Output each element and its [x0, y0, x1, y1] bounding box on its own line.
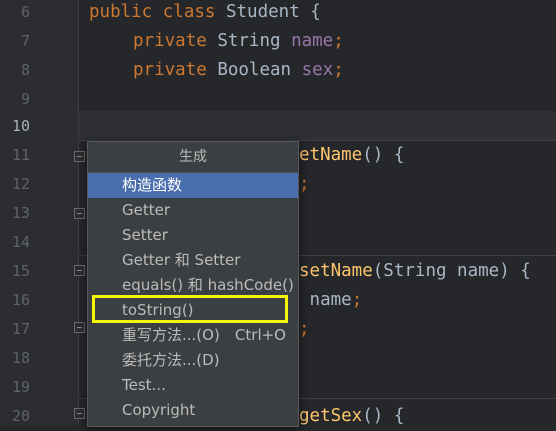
- menu-item-label: equals() 和 hashCode(): [122, 276, 294, 294]
- fold-marker-icon[interactable]: [74, 322, 85, 333]
- semicolon: ;: [351, 290, 363, 310]
- line-number: 15: [11, 262, 30, 280]
- semicolon: ;: [299, 174, 310, 194]
- code-line-11: etName() {: [299, 141, 404, 170]
- line-number: 17: [11, 320, 30, 338]
- code-line-8: private Boolean sex;: [133, 56, 344, 85]
- menu-item-label: Getter 和 Setter: [122, 251, 241, 269]
- line-number: 9: [20, 90, 30, 108]
- code-line-15: setName(String name) {: [299, 257, 531, 286]
- menu-item-shortcut: Ctrl+O: [234, 326, 286, 344]
- fold-marker-icon[interactable]: [74, 408, 85, 419]
- menu-item-override-methods[interactable]: 重写方法...(O) Ctrl+O: [88, 323, 298, 348]
- method-name: setName: [299, 261, 373, 281]
- menu-item-label: 构造函数: [122, 176, 183, 194]
- line-number: 11: [11, 146, 30, 164]
- type-name: Boolean: [217, 60, 292, 80]
- menu-item-copyright[interactable]: Copyright: [88, 398, 298, 423]
- code-line-16: name;: [299, 286, 363, 315]
- parens: (): [362, 406, 384, 426]
- menu-item-test[interactable]: Test...: [88, 373, 298, 398]
- fold-marker-icon[interactable]: [74, 208, 85, 219]
- brace: {: [520, 261, 531, 281]
- line-number: 20: [11, 407, 30, 425]
- menu-item-getter[interactable]: Getter: [88, 198, 298, 223]
- field-name: name: [291, 31, 334, 51]
- menu-item-setter[interactable]: Setter: [88, 223, 298, 248]
- menu-item-label: Test...: [122, 376, 166, 394]
- parameters: (String name): [372, 261, 510, 281]
- annotation-highlight-box: [92, 295, 288, 323]
- brace: {: [393, 145, 405, 165]
- semicolon: ;: [333, 60, 344, 80]
- field-name: sex: [301, 60, 334, 80]
- line-number: 13: [11, 204, 30, 222]
- line-number: 16: [11, 291, 30, 309]
- line-number: 8: [20, 61, 30, 79]
- menu-item-constructor[interactable]: 构造函数: [88, 173, 298, 198]
- keyword: public class: [89, 2, 216, 22]
- current-line-highlight: [79, 111, 556, 140]
- menu-item-label: Setter: [122, 226, 168, 244]
- line-number: 18: [11, 349, 30, 367]
- code-line-20: getSex() {: [299, 402, 404, 431]
- line-number-gutter: 6 7 8 9 10 11 12 13 14 15 16 17 18 19 20: [0, 0, 79, 425]
- line-number: 12: [11, 175, 30, 193]
- menu-item-label: Copyright: [122, 401, 196, 419]
- keyword: private: [133, 60, 207, 80]
- method-name: etName: [299, 145, 363, 165]
- type-name: String: [217, 31, 281, 51]
- line-number: 19: [11, 378, 30, 396]
- code-line-7: private String name;: [133, 27, 344, 56]
- line-number: 7: [20, 32, 30, 50]
- menu-item-label: Getter: [122, 201, 171, 219]
- code-line-17: ;: [299, 315, 310, 344]
- brace: {: [393, 406, 405, 426]
- line-number-current: 10: [11, 117, 30, 135]
- code-line-6: public class Student {: [89, 0, 321, 27]
- method-name: getSex: [299, 406, 363, 426]
- semicolon: ;: [333, 31, 344, 51]
- popup-title: 生成: [88, 142, 298, 173]
- identifier: name: [309, 290, 352, 310]
- fold-marker-icon[interactable]: [74, 265, 85, 276]
- fold-marker-icon[interactable]: [74, 151, 85, 162]
- line-number: 6: [20, 3, 30, 21]
- generate-popup-menu[interactable]: 生成 构造函数 Getter Setter Getter 和 Setter eq…: [87, 141, 299, 427]
- menu-item-getter-and-setter[interactable]: Getter 和 Setter: [88, 248, 298, 273]
- keyword: private: [133, 31, 207, 51]
- class-name: Student: [225, 2, 300, 22]
- semicolon: ;: [299, 319, 310, 339]
- menu-item-delegate-methods[interactable]: 委托方法...(D): [88, 348, 298, 373]
- brace: {: [310, 2, 321, 22]
- code-line-12: ;: [299, 170, 310, 199]
- parens: (): [362, 145, 384, 165]
- line-number: 14: [11, 233, 30, 251]
- menu-item-label: 委托方法...(D): [122, 351, 220, 369]
- menu-item-label: 重写方法...(O): [122, 326, 220, 344]
